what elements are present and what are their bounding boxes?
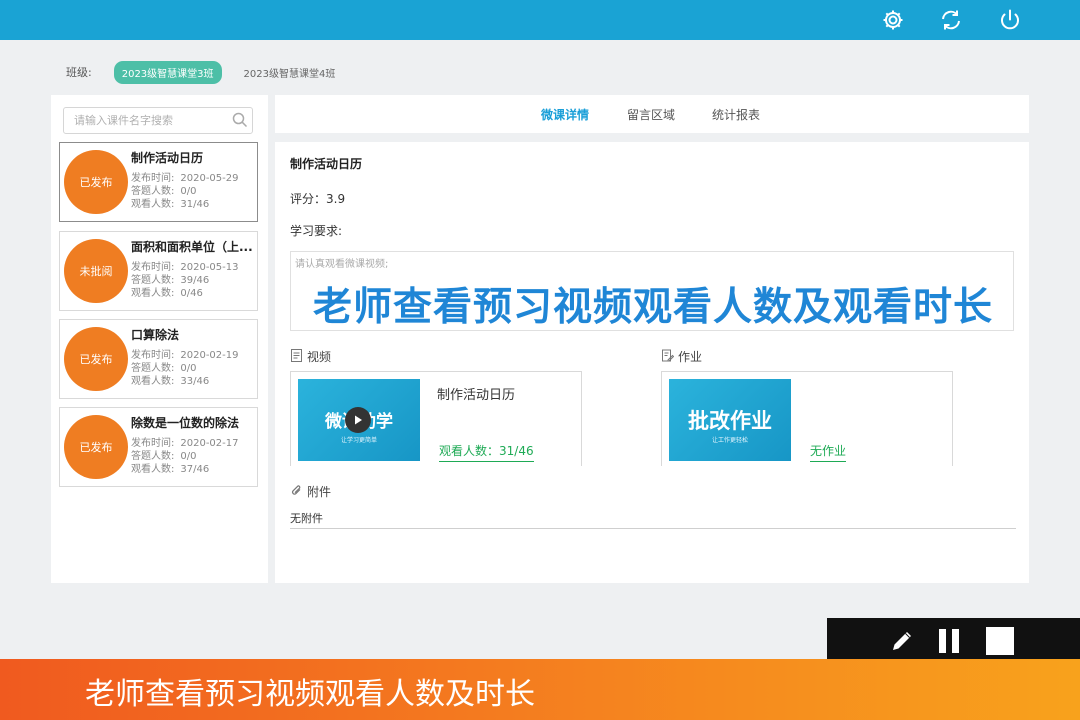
- tab-course-detail[interactable]: 微课详情: [541, 106, 589, 123]
- attachment-label: 附件: [307, 485, 332, 499]
- edit-doc-icon: [661, 349, 675, 365]
- video-section-header: 视频: [290, 348, 331, 365]
- divider: [290, 528, 1016, 529]
- stop-icon[interactable]: [985, 626, 1015, 656]
- search-input[interactable]: [64, 108, 229, 133]
- course-item[interactable]: 已发布 口算除法 发布时间: 2020-02-19 答题人数: 0/0 观看人数: 3…: [59, 319, 258, 399]
- video-view-count-link[interactable]: 观看人数：31/46: [439, 442, 534, 462]
- recorder-controls: [827, 618, 1080, 664]
- homework-thumbnail: 批改作业 让工作更轻松: [669, 379, 791, 461]
- tab-statistics[interactable]: 统计报表: [712, 106, 760, 123]
- search-box: [63, 107, 253, 134]
- viewed-label: 观看人数:: [131, 464, 175, 475]
- class-label: 班级:: [66, 66, 92, 79]
- homework-status-link[interactable]: 无作业: [810, 442, 847, 462]
- status-badge: 已发布: [64, 327, 128, 391]
- attachment-section-header: 附件: [290, 483, 331, 500]
- video-thumb-subtitle: 让学习更简单: [340, 437, 377, 444]
- power-icon[interactable]: [996, 6, 1024, 34]
- viewed-count: 37/46: [180, 464, 210, 475]
- paperclip-icon: [290, 484, 303, 500]
- homework-card[interactable]: 批改作业 让工作更轻松 无作业: [661, 371, 953, 466]
- homework-thumb-subtitle: 让工作更轻松: [711, 437, 748, 444]
- class-selector: 班级: 2023级智慧课堂3班 2023级智慧课堂4班: [66, 60, 344, 84]
- course-title: 除数是一位数的除法: [131, 416, 240, 430]
- document-icon: [290, 348, 303, 365]
- course-title: 面积和面积单位（上...: [131, 240, 253, 254]
- video-label: 视频: [307, 350, 332, 364]
- video-thumbnail[interactable]: 微课助学 让学习更简单: [298, 379, 420, 461]
- course-item[interactable]: 已发布 制作活动日历 发布时间: 2020-05-29 答题人数: 0/0 观看人数…: [59, 142, 258, 222]
- gear-icon[interactable]: [879, 6, 907, 34]
- course-title: 口算除法: [131, 328, 180, 342]
- status-badge: 已发布: [64, 415, 128, 479]
- homework-thumb-title: 批改作业: [688, 409, 772, 433]
- course-viewed: 观看人数: 37/46: [131, 460, 209, 475]
- detail-rating: 评分：3.9: [290, 192, 346, 206]
- pen-icon[interactable]: [887, 626, 917, 656]
- video-title: 制作活动日历: [437, 388, 516, 403]
- video-card[interactable]: 微课助学 让学习更简单 制作活动日历 观看人数：31/46: [290, 371, 582, 466]
- course-sidebar: 已发布 制作活动日历 发布时间:2020-05-29 答题人数:0/0 观看人数…: [51, 95, 268, 583]
- banner-caption: 老师查看预习视频观看人数及时长: [85, 677, 535, 712]
- viewed-count: 0/46: [180, 288, 203, 299]
- top-bar: [0, 0, 1080, 40]
- viewed-count: 33/46: [180, 376, 210, 387]
- course-viewed: 观看人数: 31/46: [131, 195, 209, 210]
- course-item[interactable]: 未批阅 面积和面积单位（上... 发布时间: 2020-05-13 答题人数: 39…: [59, 231, 258, 311]
- viewed-label: 观看人数:: [131, 376, 175, 387]
- pause-icon[interactable]: [934, 626, 964, 656]
- detail-tabs: 微课详情 留言区域 统计报表: [275, 95, 1029, 133]
- status-badge: 未批阅: [64, 239, 128, 303]
- caption-banner: 老师查看预习视频观看人数及时长: [0, 659, 1080, 720]
- viewed-label: 观看人数:: [131, 199, 175, 210]
- course-title: 制作活动日历: [131, 151, 204, 165]
- course-viewed: 观看人数: 0/46: [131, 284, 203, 299]
- attachment-value: 无附件: [290, 512, 323, 525]
- tab-messages[interactable]: 留言区域: [627, 106, 675, 123]
- viewed-count: 31/46: [180, 199, 210, 210]
- requirement-text: 请认真观看微课视频;: [295, 259, 389, 270]
- viewed-label: 观看人数:: [131, 288, 175, 299]
- detail-title: 制作活动日历: [290, 157, 363, 171]
- status-badge: 已发布: [64, 150, 128, 214]
- class-option-3[interactable]: 2023级智慧课堂3班: [113, 60, 222, 84]
- homework-section-header: 作业: [661, 348, 702, 365]
- refresh-icon[interactable]: [937, 6, 965, 34]
- homework-label: 作业: [678, 350, 703, 364]
- requirement-label: 学习要求:: [290, 224, 343, 238]
- class-option-4[interactable]: 2023级智慧课堂4班: [236, 61, 344, 84]
- search-icon[interactable]: [232, 112, 248, 131]
- course-item[interactable]: 已发布 除数是一位数的除法 发布时间: 2020-02-17 答题人数: 0/0 观…: [59, 407, 258, 487]
- overlay-caption: 老师查看预习视频观看人数及观看时长: [312, 285, 993, 330]
- play-icon[interactable]: [345, 407, 371, 433]
- course-viewed: 观看人数: 33/46: [131, 372, 209, 387]
- course-detail-panel: 制作活动日历 评分：3.9 学习要求: 请认真观看微课视频; 视频 微课助学 让…: [275, 142, 1029, 583]
